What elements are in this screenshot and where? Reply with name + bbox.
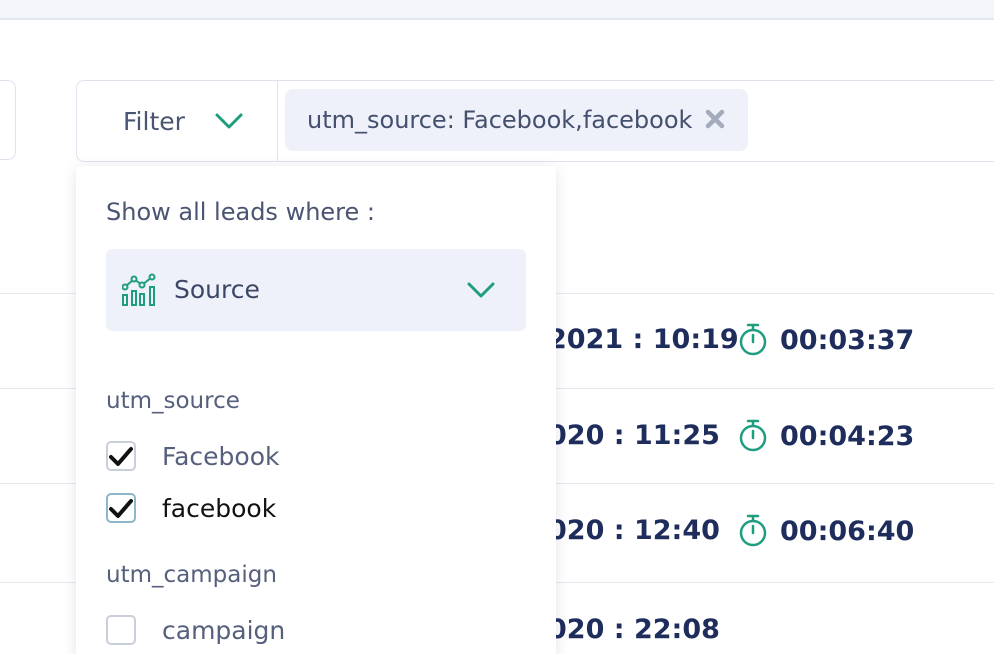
filter-button[interactable]: Filter xyxy=(77,81,278,161)
chip-text: utm_source: Facebook,facebook xyxy=(307,106,693,134)
field-select[interactable]: Source xyxy=(106,249,526,331)
filter-bar: Filter utm_source: Facebook,facebook xyxy=(76,80,994,162)
option-label: Facebook xyxy=(162,441,280,471)
checkbox[interactable] xyxy=(106,441,136,471)
chevron-down-icon xyxy=(215,113,243,129)
group-title-utm-campaign: utm_campaign xyxy=(106,562,277,588)
duration-text: 00:03:37 xyxy=(780,324,915,356)
top-strip xyxy=(0,0,994,20)
stopwatch-icon xyxy=(739,323,767,356)
option-campaign[interactable]: campaign xyxy=(106,613,285,647)
check-icon xyxy=(109,499,133,518)
dropdown-heading: Show all leads where : xyxy=(106,198,375,226)
option-facebook-capital[interactable]: Facebook xyxy=(106,439,279,473)
lead-duration: 00:06:40 xyxy=(738,514,914,548)
lead-duration: 00:03:37 xyxy=(738,323,914,357)
stopwatch-icon xyxy=(739,419,767,452)
filter-dropdown: Show all leads where : Source utm_source xyxy=(76,166,556,654)
duration-text: 00:06:40 xyxy=(780,515,915,547)
close-icon[interactable] xyxy=(704,108,726,130)
stopwatch-icon xyxy=(739,514,767,547)
lead-duration: 00:04:23 xyxy=(738,419,914,453)
lead-date: 020 : 22:08 xyxy=(548,614,720,645)
filter-label: Filter xyxy=(123,107,185,136)
duration-text: 00:04:23 xyxy=(780,420,915,452)
lead-date: 2021 : 10:19 xyxy=(548,324,739,355)
chevron-down-icon xyxy=(467,282,495,298)
active-filter-chip[interactable]: utm_source: Facebook,facebook xyxy=(285,89,749,151)
chart-icon xyxy=(122,273,156,306)
checkbox[interactable] xyxy=(106,615,136,645)
option-label: facebook xyxy=(162,493,277,523)
option-label: campaign xyxy=(162,615,286,645)
field-select-value: Source xyxy=(174,275,260,304)
search-input[interactable] xyxy=(0,80,16,160)
lead-date: 020 : 12:40 xyxy=(548,515,720,546)
group-title-utm-source: utm_source xyxy=(106,388,240,414)
checkbox[interactable] xyxy=(106,493,136,523)
lead-date: 020 : 11:25 xyxy=(548,420,720,451)
page: 2021 : 10:19 00:03:37 020 : 11:25 00:04:… xyxy=(0,0,994,654)
check-icon xyxy=(109,447,133,466)
option-facebook-lower[interactable]: facebook xyxy=(106,491,276,525)
